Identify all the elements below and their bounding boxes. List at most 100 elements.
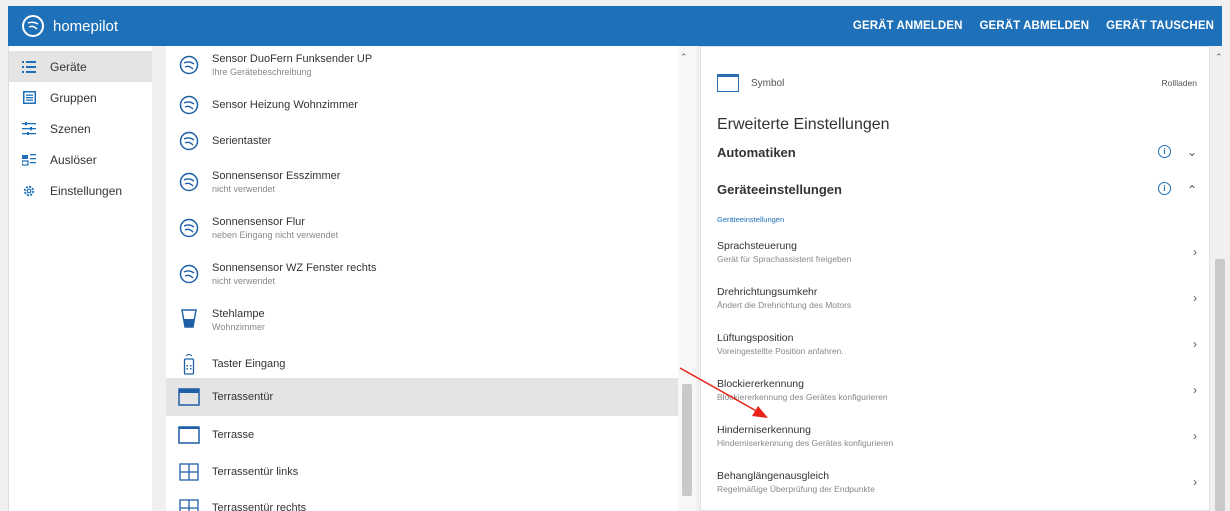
- chevron-right-icon[interactable]: ›: [1193, 383, 1197, 397]
- device-settings-title: Geräteeinstellungen: [717, 181, 842, 197]
- setting-item-curtain-length-compensation[interactable]: Behanglängenausgleich Regelmäßige Überprü…: [717, 465, 1197, 499]
- setting-subtitle: Regelmäßige Überprüfung der Endpunkte: [717, 484, 875, 494]
- setting-subtitle: Gerät für Sprachassistent freigeben: [717, 254, 852, 264]
- device-settings-row[interactable]: Geräteeinstellungen i ⌃: [717, 179, 1197, 199]
- list-item-subtitle: nicht verwendet: [212, 276, 276, 286]
- gear-icon: [21, 183, 37, 199]
- list-item-title: Stehlampe: [212, 308, 265, 320]
- list-item-title: Sonnensensor Esszimmer: [212, 170, 341, 182]
- list-item[interactable]: Sonnensensor Esszimmer nicht verwendet: [166, 161, 678, 203]
- chevron-right-icon[interactable]: ›: [1193, 429, 1197, 443]
- list-item[interactable]: Terrasse: [166, 418, 678, 452]
- scroll-up-icon[interactable]: ⌃: [1215, 52, 1223, 63]
- detail-scroll-thumb[interactable]: [1215, 259, 1225, 511]
- sensor-icon: [178, 54, 200, 76]
- list-item-title: Sensor DuoFern Funksender UP: [212, 53, 373, 65]
- list-item[interactable]: Sonnensensor Flur neben Eingang nicht ver…: [166, 207, 678, 249]
- list-item[interactable]: Terrassentür links: [166, 454, 678, 490]
- sidebar-item-label: Auslöser: [50, 152, 97, 167]
- chevron-down-icon[interactable]: ⌄: [1187, 145, 1197, 159]
- list-item-title: Sensor Heizung Wohnzimmer: [212, 99, 358, 111]
- setting-item-reverse-direction[interactable]: Drehrichtungsumkehr Ändert die Drehrichtu…: [717, 281, 1197, 315]
- sidebar-item-label: Geräte: [50, 59, 87, 74]
- sensor-icon: [178, 217, 200, 239]
- setting-title: Blockiererkennung: [717, 378, 804, 390]
- automatics-title: Automatiken: [717, 144, 796, 160]
- list-item-subtitle: Ihre Gerätebeschreibung: [212, 67, 312, 77]
- app-name: homepilot: [53, 17, 119, 35]
- info-icon[interactable]: i: [1158, 182, 1171, 195]
- register-device-button[interactable]: GERÄT ANMELDEN: [853, 20, 963, 32]
- symbol-label: Symbol: [751, 77, 785, 89]
- list-item-title: Serientaster: [212, 135, 272, 147]
- group-icon: [21, 90, 37, 106]
- sensor-icon: [178, 130, 200, 152]
- list-item[interactable]: Stehlampe Wohnzimmer: [166, 299, 678, 341]
- setting-item-block-detection[interactable]: Blockiererkennung Blockiererkennung des G…: [717, 373, 1197, 407]
- list-item-subtitle: neben Eingang nicht verwendet: [212, 230, 339, 240]
- sidebar: Geräte Gruppen Szenen Auslöser Einstellu…: [8, 46, 152, 511]
- list-scroll-thumb[interactable]: [682, 384, 692, 496]
- list-item[interactable]: Serientaster: [166, 122, 678, 160]
- device-settings-subheader: Geräteeinstellungen: [717, 213, 1197, 225]
- app-logo[interactable]: homepilot: [22, 15, 118, 37]
- chevron-right-icon[interactable]: ›: [1193, 475, 1197, 489]
- list-item-title: Sonnensensor Flur: [212, 216, 305, 228]
- sensor-icon: [178, 94, 200, 116]
- unregister-device-button[interactable]: GERÄT ABMELDEN: [980, 20, 1090, 32]
- replace-device-button[interactable]: GERÄT TAUSCHEN: [1106, 20, 1214, 32]
- setting-title: Sprachsteuerung: [717, 240, 797, 252]
- sidebar-item-devices[interactable]: Geräte: [9, 51, 152, 82]
- sensor-icon: [178, 171, 200, 193]
- info-icon[interactable]: i: [1158, 145, 1171, 158]
- advanced-heading-row: Erweiterte Einstellungen: [717, 115, 1197, 135]
- remote-icon: [178, 353, 200, 375]
- automatics-row[interactable]: Automatiken i ⌄: [717, 142, 1197, 162]
- setting-subtitle: Blockiererkennung des Gerätes konfigurie…: [717, 392, 888, 402]
- sidebar-item-settings[interactable]: Einstellungen: [9, 175, 152, 206]
- trigger-icon: [21, 152, 37, 168]
- list-item[interactable]: Sensor DuoFern Funksender UP Ihre Geräteb…: [166, 46, 678, 84]
- shutter-icon: [178, 386, 200, 408]
- chevron-right-icon[interactable]: ›: [1193, 245, 1197, 259]
- setting-subtitle: Ändert die Drehrichtung des Motors: [717, 300, 852, 310]
- setting-title: Hinderniserkennung: [717, 424, 811, 436]
- window-icon: [178, 424, 200, 446]
- scroll-up-icon[interactable]: ⌃: [680, 52, 688, 63]
- setting-title: Drehrichtungsumkehr: [717, 286, 818, 298]
- chevron-right-icon[interactable]: ›: [1193, 337, 1197, 351]
- sidebar-item-label: Gruppen: [50, 90, 97, 105]
- sidebar-item-groups[interactable]: Gruppen: [9, 82, 152, 113]
- list-item-title: Terrassentür links: [212, 466, 299, 478]
- device-settings-caption: Geräteeinstellungen: [717, 214, 785, 224]
- setting-item-ventilation-position[interactable]: Lüftungsposition Voreingestellte Position…: [717, 327, 1197, 361]
- lamp-icon: [178, 309, 200, 331]
- list-item-title: Terrassentür: [212, 391, 274, 403]
- list-item[interactable]: Terrassentür rechts: [166, 490, 678, 511]
- device-list: Sensor DuoFern Funksender UP Ihre Geräteb…: [166, 46, 696, 511]
- list-item[interactable]: Sensor Heizung Wohnzimmer: [166, 86, 678, 124]
- grid-window-icon: [178, 461, 200, 483]
- sidebar-item-scenes[interactable]: Szenen: [9, 113, 152, 144]
- sliders-icon: [21, 121, 37, 137]
- chevron-right-icon[interactable]: ›: [1193, 291, 1197, 305]
- setting-item-voice-control[interactable]: Sprachsteuerung Gerät für Sprachassistent…: [717, 235, 1197, 269]
- setting-title: Behanglängenausgleich: [717, 470, 830, 482]
- grid-window-icon: [178, 497, 200, 511]
- chevron-up-icon[interactable]: ⌃: [1187, 183, 1197, 197]
- sidebar-item-label: Einstellungen: [50, 183, 123, 198]
- list-item[interactable]: Sonnensensor WZ Fenster rechts nicht verw…: [166, 253, 678, 295]
- symbol-value: Rollladen: [1161, 78, 1197, 88]
- setting-title: Lüftungsposition: [717, 332, 794, 344]
- detail-card: Symbol Rollladen Erweiterte Einstellunge…: [700, 46, 1210, 511]
- sidebar-item-triggers[interactable]: Auslöser: [9, 144, 152, 175]
- setting-subtitle: Voreingestellte Position anfahren.: [717, 346, 844, 356]
- list-item-title: Taster Eingang: [212, 358, 286, 370]
- detail-panel: Symbol Rollladen Erweiterte Einstellunge…: [700, 46, 1230, 511]
- list-icon: [21, 59, 37, 75]
- list-item-selected[interactable]: Terrassentür: [166, 378, 678, 416]
- setting-item-obstacle-detection[interactable]: Hinderniserkennung Hinderniserkennung des…: [717, 419, 1197, 453]
- advanced-settings-heading: Erweiterte Einstellungen: [717, 116, 890, 133]
- shutter-icon: [717, 74, 739, 92]
- symbol-row[interactable]: Symbol Rollladen: [717, 73, 1197, 93]
